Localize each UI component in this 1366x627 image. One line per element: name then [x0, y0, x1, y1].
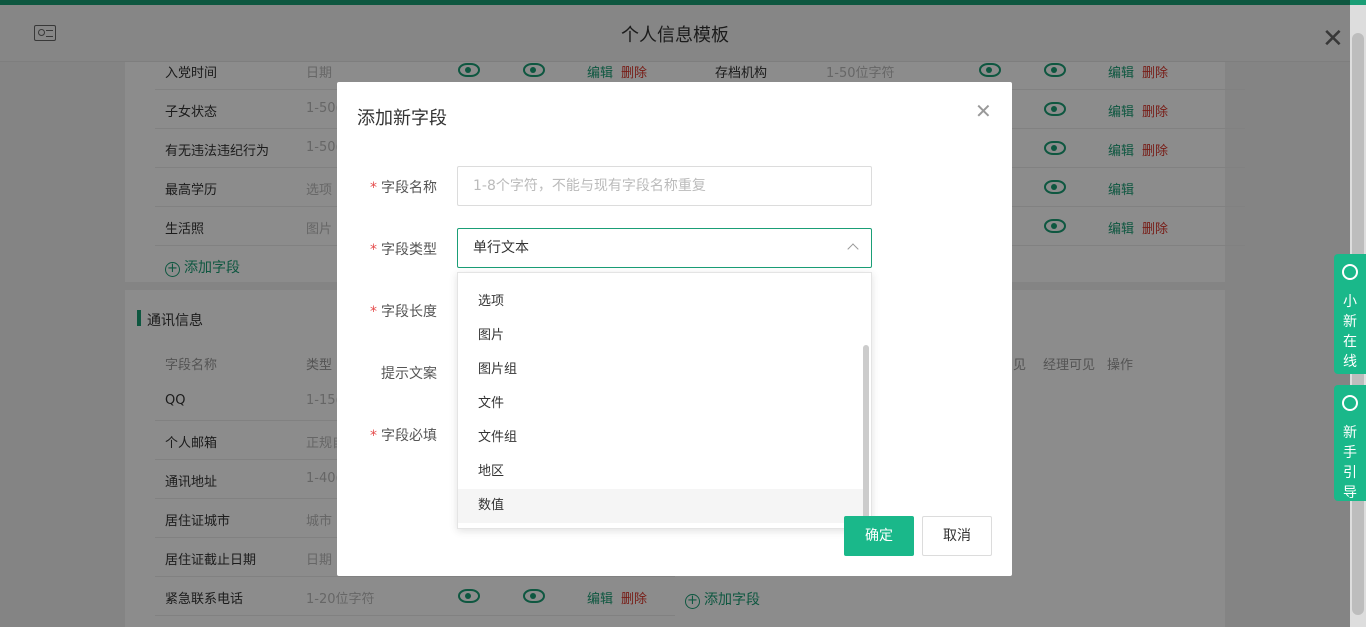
side-label-char: 导 [1343, 485, 1357, 501]
dropdown-option[interactable]: 图片组 [458, 353, 863, 387]
label-field-required: * 字段必填 [370, 428, 437, 444]
field-type-select[interactable]: 单行文本 [457, 228, 872, 268]
dialog-title: 添加新字段 [357, 108, 447, 129]
dropdown-option[interactable]: 数值 [458, 489, 863, 523]
cancel-button[interactable]: 取消 [922, 516, 992, 556]
headset-icon [1342, 264, 1358, 280]
dropdown-option[interactable]: 图片 [458, 319, 863, 353]
label-hint-text: 提示文案 [381, 366, 437, 382]
field-name-input[interactable] [457, 166, 872, 206]
side-label-char: 小 [1343, 294, 1357, 310]
side-label-char: 线 [1343, 354, 1357, 370]
side-label-char: 手 [1343, 445, 1357, 461]
newbie-guide-button[interactable]: 新手引导 [1334, 385, 1366, 501]
side-label-char: 引 [1343, 465, 1357, 481]
dropdown-scrollbar[interactable] [863, 345, 869, 527]
dropdown-option[interactable]: 地区 [458, 455, 863, 489]
dropdown-option[interactable]: 文件 [458, 387, 863, 421]
chevron-up-icon [847, 243, 859, 255]
side-label-char: 新 [1343, 314, 1357, 330]
compass-icon [1342, 395, 1358, 411]
dropdown-option[interactable]: 选项 [458, 285, 863, 319]
dialog-close-icon[interactable]: ✕ [975, 99, 992, 123]
dropdown-option[interactable]: 文件组 [458, 421, 863, 455]
field-type-dropdown: 选项 图片 图片组 文件 文件组 地区 数值 [457, 272, 872, 529]
confirm-button[interactable]: 确定 [844, 516, 914, 556]
side-label-char: 新 [1343, 425, 1357, 441]
label-field-name: * 字段名称 [370, 180, 437, 196]
online-support-button[interactable]: 小新在线 [1334, 254, 1366, 374]
label-field-length: * 字段长度 [370, 304, 437, 320]
label-field-type: * 字段类型 [370, 242, 437, 258]
side-label-char: 在 [1343, 334, 1357, 350]
add-field-dialog: 添加新字段 ✕ *字段名称 *字段类型 单行文本 *字段长度 提示文案 *字段必… [337, 82, 1012, 576]
